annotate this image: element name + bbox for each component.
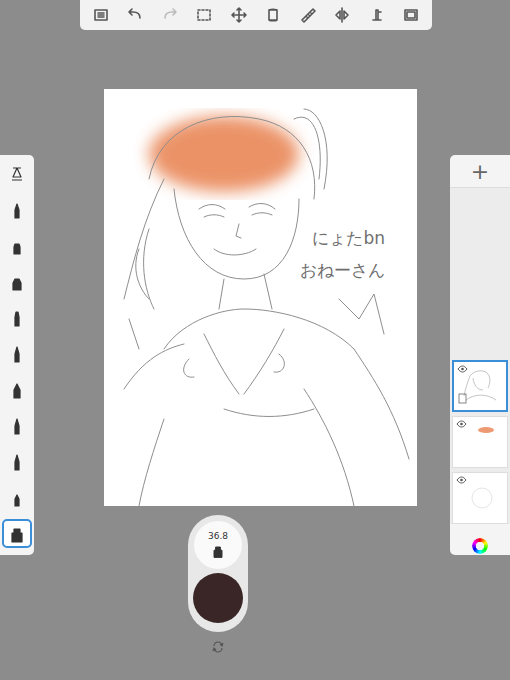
swap-icon[interactable] — [212, 641, 224, 653]
brush-icon — [7, 523, 27, 545]
brush-icon — [7, 199, 27, 221]
brush-icon — [7, 415, 27, 437]
brush-icon — [210, 543, 226, 559]
tool-icon — [298, 5, 318, 25]
eye-icon[interactable] — [457, 365, 468, 373]
layer-list — [450, 188, 510, 524]
brush-button[interactable] — [4, 269, 30, 294]
tool-icon — [194, 5, 214, 25]
tool-icon — [91, 5, 111, 25]
add-layer-button[interactable]: + — [450, 155, 510, 188]
toolbar-button[interactable] — [329, 2, 355, 28]
canvas-annotation: にょたbn おねーさん — [300, 227, 385, 281]
brush-icon — [7, 379, 27, 401]
toolbar-button[interactable] — [88, 2, 114, 28]
brush-icon — [7, 343, 27, 365]
tool-icon — [160, 5, 180, 25]
brush-icon — [7, 235, 27, 257]
brush-button[interactable] — [4, 341, 30, 366]
brush-button[interactable] — [4, 305, 30, 330]
brush-button[interactable] — [4, 413, 30, 438]
eye-icon[interactable] — [456, 420, 467, 428]
drawing-canvas[interactable]: にょたbn おねーさん — [104, 89, 417, 506]
layer-item[interactable] — [452, 472, 508, 524]
tool-icon — [332, 5, 352, 25]
layer-thumbnail — [456, 422, 504, 462]
toolbar-button[interactable] — [260, 2, 286, 28]
toolbar-button[interactable] — [398, 2, 424, 28]
brush-icon — [7, 307, 27, 329]
tool-icon — [263, 5, 283, 25]
brush-icon — [7, 487, 27, 509]
brush-button[interactable] — [4, 449, 30, 474]
handwritten-text: おねーさん — [300, 259, 385, 281]
brush-icon — [7, 271, 27, 293]
brush-button[interactable] — [4, 233, 30, 258]
tool-icon — [125, 5, 145, 25]
toolbar-button[interactable] — [364, 2, 390, 28]
color-wheel-button[interactable] — [450, 524, 510, 568]
handwritten-text: にょたbn — [312, 227, 385, 249]
toolbar-button[interactable] — [191, 2, 217, 28]
eye-icon[interactable] — [456, 476, 467, 484]
tool-icon — [367, 5, 387, 25]
toolbar-button[interactable] — [226, 2, 252, 28]
tool-icon — [229, 5, 249, 25]
layer-item[interactable] — [452, 360, 508, 412]
workspace: にょたbn おねーさん 36.8 — [34, 30, 450, 680]
brush-icon — [7, 163, 27, 185]
brush-icon — [7, 451, 27, 473]
brush-button[interactable] — [4, 521, 30, 546]
top-toolbar — [80, 0, 432, 30]
sketchbook-screen: にょたbn おねーさん 36.8 + — [0, 0, 510, 680]
brush-palette — [0, 155, 34, 555]
brush-color[interactable] — [193, 573, 243, 623]
layer-panel: + — [450, 155, 510, 555]
brush-puck[interactable]: 36.8 — [188, 515, 248, 632]
toolbar-button[interactable] — [122, 2, 148, 28]
brush-button[interactable] — [4, 377, 30, 402]
brush-button[interactable] — [4, 161, 30, 186]
color-wheel-icon — [472, 538, 488, 554]
brush-button[interactable] — [4, 485, 30, 510]
layer-item[interactable] — [452, 416, 508, 468]
tool-icon — [401, 5, 421, 25]
brush-size-value: 36.8 — [208, 531, 228, 541]
brush-size[interactable]: 36.8 — [194, 521, 242, 569]
layer-thumbnail — [456, 478, 504, 518]
sketch-drawing — [104, 89, 417, 506]
toolbar-button[interactable] — [157, 2, 183, 28]
toolbar-button[interactable] — [295, 2, 321, 28]
brush-button[interactable] — [4, 197, 30, 222]
